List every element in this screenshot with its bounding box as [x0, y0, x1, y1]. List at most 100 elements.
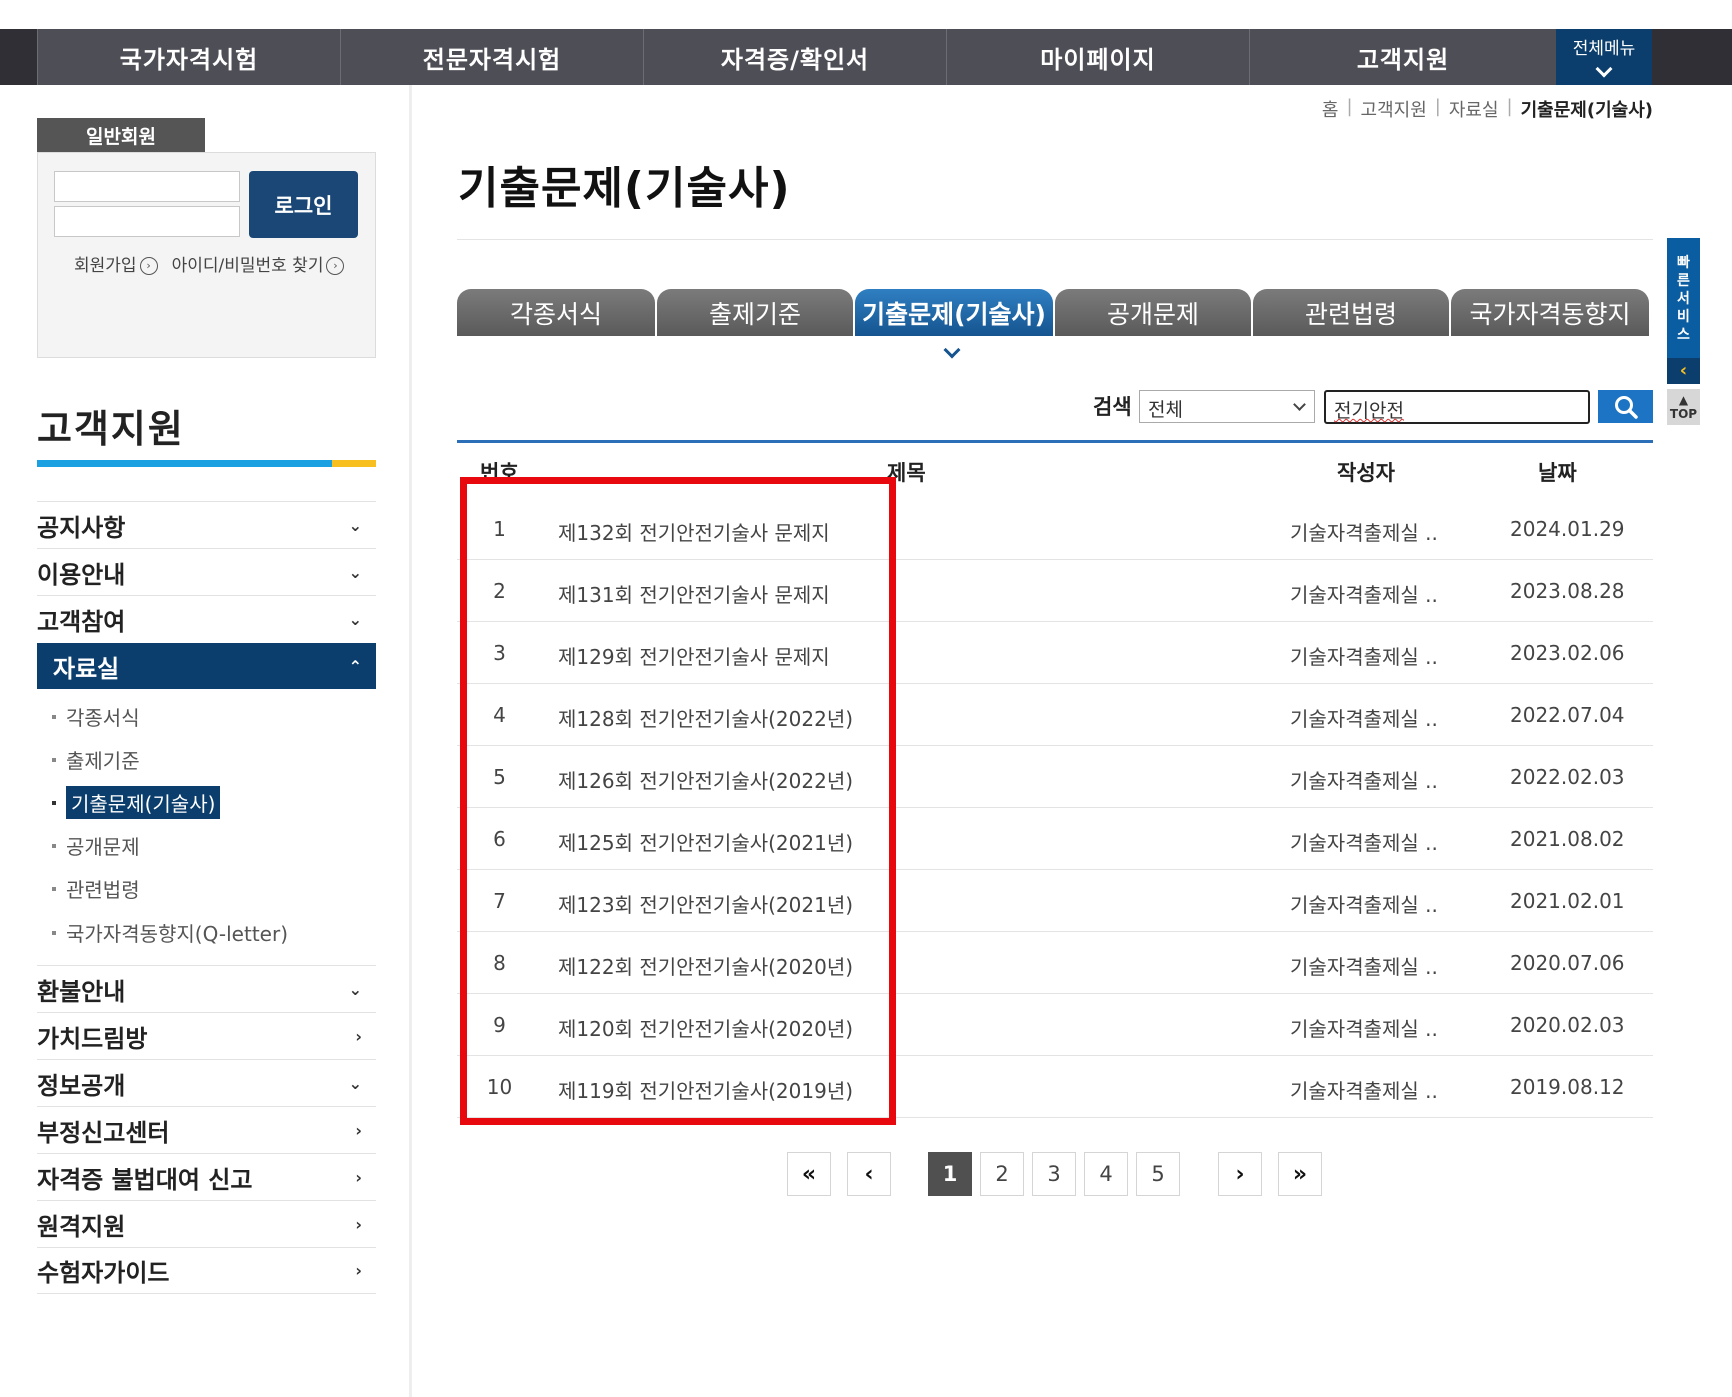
sidebar-item-label: 공지사항	[37, 513, 126, 542]
submenu-label: 공개문제	[66, 835, 140, 859]
bullet-icon	[52, 843, 56, 848]
sidebar-item-value-room[interactable]: 가치드림방 ›	[37, 1012, 376, 1059]
sidebar-item-label: 자격증 불법대여 신고	[37, 1165, 253, 1194]
submenu-past-exams[interactable]: 기출문제(기술사)	[52, 786, 221, 819]
sidebar-title-bar-accent	[332, 460, 376, 467]
sidebar-item-disclosure[interactable]: 정보공개 ⌄	[37, 1059, 376, 1106]
sidebar-item-label: 고객참여	[37, 607, 126, 636]
row-author: 기술자격출제실 ..	[1290, 955, 1438, 979]
tab-criteria[interactable]: 출제기준	[657, 289, 853, 336]
chevron-down-icon: ⌄	[348, 1073, 362, 1093]
submenu-label: 관련법령	[66, 878, 140, 902]
submenu-q-letter[interactable]: 국가자격동향지(Q-letter)	[52, 918, 288, 947]
tab-laws[interactable]: 관련법령	[1253, 289, 1449, 336]
pagination-next-button[interactable]: ›	[1218, 1152, 1262, 1196]
nav-edge-left	[0, 29, 37, 85]
all-menu-label: 전체메뉴	[1572, 39, 1636, 59]
nav-professional-exam[interactable]: 전문자격시험	[340, 29, 643, 85]
submenu-public-exams[interactable]: 공개문제	[52, 831, 140, 860]
pagination-page-3[interactable]: 3	[1032, 1152, 1076, 1196]
row-author: 기술자격출제실 ..	[1290, 1017, 1438, 1041]
nav-mypage[interactable]: 마이페이지	[946, 29, 1249, 85]
nav-certificate[interactable]: 자격증/확인서	[643, 29, 946, 85]
tab-past-exams[interactable]: 기출문제(기술사)	[855, 289, 1053, 336]
login-button[interactable]: 로그인	[249, 171, 358, 238]
pagination-page-2[interactable]: 2	[980, 1152, 1024, 1196]
breadcrumb: 홈 | 고객지원 | 자료실 | 기출문제(기술사)	[1322, 96, 1653, 122]
pagination-page-5[interactable]: 5	[1136, 1152, 1180, 1196]
row-author: 기술자격출제실 ..	[1290, 769, 1438, 793]
breadcrumb-archive[interactable]: 자료실	[1449, 96, 1499, 122]
member-tab[interactable]: 일반회원	[37, 118, 205, 152]
sidebar-item-archive[interactable]: 자료실 ⌃	[37, 643, 376, 689]
table-top-border	[457, 440, 1653, 443]
sidebar-item-illegal-rental-report[interactable]: 자격증 불법대여 신고 ›	[37, 1153, 376, 1200]
nav-edge-right	[1652, 29, 1732, 85]
row-author: 기술자격출제실 ..	[1290, 583, 1438, 607]
chevron-down-icon: ⌄	[348, 562, 362, 582]
sidebar-item-remote-support[interactable]: 원격지원 ›	[37, 1200, 376, 1247]
sidebar-title-bar	[37, 460, 376, 467]
bullet-icon	[52, 757, 56, 762]
search-button[interactable]	[1598, 390, 1653, 423]
submenu-criteria[interactable]: 출제기준	[52, 745, 140, 774]
tab-forms[interactable]: 각종서식	[457, 289, 655, 336]
chevron-right-icon: ›	[355, 1261, 362, 1280]
sidebar-item-report-center[interactable]: 부정신고센터 ›	[37, 1106, 376, 1153]
sidebar-item-participation[interactable]: 고객참여 ⌄	[37, 595, 376, 642]
bullet-icon	[52, 714, 56, 719]
pagination-page-1[interactable]: 1	[928, 1152, 972, 1196]
chevron-down-icon	[1293, 398, 1306, 411]
nav-customer-support[interactable]: 고객지원	[1249, 29, 1556, 85]
tab-q-letter[interactable]: 국가자격동향지	[1451, 289, 1649, 336]
quick-service-char: 빠	[1677, 255, 1690, 271]
login-password-input[interactable]	[54, 206, 240, 237]
breadcrumb-current: 기출문제(기술사)	[1520, 100, 1653, 121]
caret-up-icon: ▲	[1678, 393, 1689, 407]
submenu-laws[interactable]: 관련법령	[52, 874, 140, 903]
row-date: 2019.08.12	[1510, 1075, 1625, 1099]
row-author: 기술자격출제실 ..	[1290, 645, 1438, 669]
signup-link[interactable]: 회원가입 ›	[74, 251, 158, 276]
search-input[interactable]: 전기안전	[1324, 390, 1590, 424]
breadcrumb-home[interactable]: 홈	[1322, 96, 1339, 122]
search-field-select[interactable]: 전체	[1139, 390, 1315, 423]
find-account-link[interactable]: 아이디/비밀번호 찾기 ›	[172, 251, 345, 276]
submenu-label: 출제기준	[66, 749, 140, 773]
chevron-left-icon[interactable]: ‹	[1667, 358, 1700, 384]
quick-service-char: 스	[1677, 327, 1690, 343]
all-menu-button[interactable]: 전체메뉴	[1556, 29, 1652, 85]
page-title: 기출문제(기술사)	[458, 152, 791, 216]
login-links: 회원가입 › 아이디/비밀번호 찾기 ›	[74, 251, 345, 276]
tab-public-exams[interactable]: 공개문제	[1055, 289, 1251, 336]
sidebar-item-label: 이용안내	[37, 560, 126, 589]
sidebar-item-guide[interactable]: 이용안내 ⌄	[37, 548, 376, 595]
chevron-down-icon	[943, 341, 961, 359]
highlight-box	[460, 477, 896, 1125]
login-id-input[interactable]	[54, 171, 240, 202]
nav-national-exam[interactable]: 국가자격시험	[37, 29, 340, 85]
submenu-forms[interactable]: 각종서식	[52, 702, 140, 731]
pagination-first-button[interactable]: «	[787, 1152, 831, 1196]
pagination-prev-button[interactable]: ‹	[847, 1152, 891, 1196]
sidebar-item-label: 환불안내	[37, 977, 126, 1006]
pagination-page-4[interactable]: 4	[1084, 1152, 1128, 1196]
sidebar-item-refund[interactable]: 환불안내 ⌄	[37, 965, 376, 1012]
login-box: 로그인 회원가입 › 아이디/비밀번호 찾기 ›	[37, 152, 376, 358]
sidebar-item-label: 수험자가이드	[37, 1259, 170, 1287]
chevron-right-icon: ›	[139, 257, 158, 275]
row-author: 기술자격출제실 ..	[1290, 1079, 1438, 1103]
row-date: 2023.02.06	[1510, 641, 1625, 665]
top-navigation: 국가자격시험 전문자격시험 자격증/확인서 마이페이지 고객지원	[0, 29, 1732, 85]
sidebar-item-notice[interactable]: 공지사항 ⌄	[37, 501, 376, 548]
quick-service-panel[interactable]: 빠 른 서 비 스 ‹	[1667, 238, 1700, 384]
scroll-top-button[interactable]: ▲ TOP	[1667, 389, 1700, 425]
submenu-label: 기출문제(기술사)	[66, 786, 221, 819]
breadcrumb-customer-support[interactable]: 고객지원	[1361, 96, 1427, 122]
sidebar-item-examinee-guide[interactable]: 수험자가이드 ›	[37, 1247, 376, 1294]
sidebar-item-label: 부정신고센터	[37, 1118, 170, 1147]
row-date: 2020.07.06	[1510, 951, 1625, 975]
submenu-label: 국가자격동향지(Q-letter)	[66, 922, 288, 946]
title-divider	[457, 239, 1653, 240]
pagination-last-button[interactable]: »	[1278, 1152, 1322, 1196]
